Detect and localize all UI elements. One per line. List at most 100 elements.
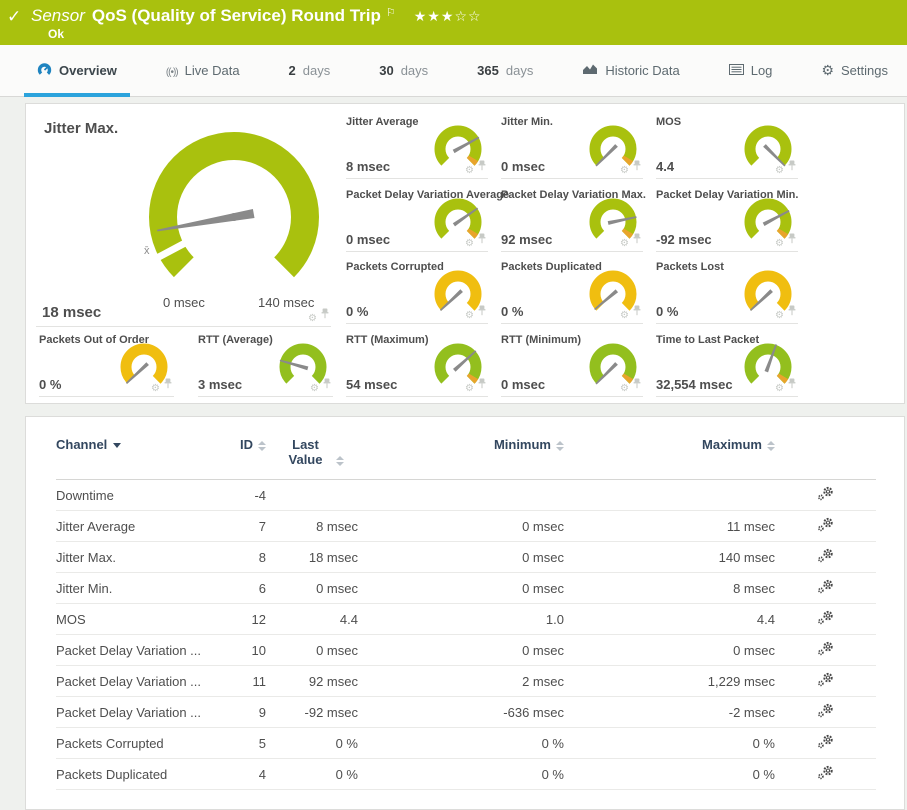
cell-settings (775, 573, 876, 604)
channel-settings-icon[interactable] (817, 675, 835, 690)
cell-minimum: 2 msec (358, 666, 564, 697)
cell-id: 5 (221, 728, 266, 759)
tab-label: days (303, 63, 330, 78)
cell-last-value: 4.4 (266, 604, 358, 635)
sort-icon (556, 441, 564, 451)
pin-icon[interactable] (788, 158, 796, 176)
table-row-jitter-min-6: Jitter Min.60 msec0 msec8 msec (56, 573, 876, 604)
gear-icon[interactable]: ⚙ (465, 166, 474, 176)
gear-icon[interactable]: ⚙ (620, 384, 629, 394)
gear-icon[interactable]: ⚙ (465, 311, 474, 321)
gauge-icon (37, 62, 52, 80)
gauge-value: 0 % (39, 377, 61, 392)
gear-icon[interactable]: ⚙ (308, 314, 317, 324)
gauge-value: 0 msec (346, 232, 390, 247)
pin-icon[interactable] (633, 376, 641, 394)
cell-minimum: 0 msec (358, 635, 564, 666)
gauge-tile-jitter-average: Jitter Average8 msec⚙ (346, 116, 488, 179)
cell-minimum: -636 msec (358, 697, 564, 728)
sensor-title-line: SensorQoS (Quality of Service) Round Tri… (31, 6, 482, 26)
tab-settings[interactable]: ⚙Settings (814, 45, 895, 97)
pin-icon[interactable] (788, 303, 796, 321)
tab-365-days[interactable]: 365days (470, 45, 540, 97)
pin-icon[interactable] (323, 376, 331, 394)
channel-settings-icon[interactable] (817, 644, 835, 659)
flag-icon[interactable]: ⚐ (386, 7, 396, 19)
channel-settings-icon[interactable] (817, 551, 835, 566)
tab-day-count: 365 (477, 63, 499, 78)
gauge-tile-packets-corrupted: Packets Corrupted0 %⚙ (346, 261, 488, 324)
gear-icon[interactable]: ⚙ (310, 384, 319, 394)
column-header-minimum[interactable]: Minimum (358, 431, 564, 480)
cell-minimum: 1.0 (358, 604, 564, 635)
channel-settings-icon[interactable] (817, 768, 835, 783)
channel-settings-icon[interactable] (817, 582, 835, 597)
column-header-id[interactable]: ID (221, 431, 266, 480)
tab-30-days[interactable]: 30days (372, 45, 435, 97)
pin-icon[interactable] (321, 306, 329, 324)
tab-log[interactable]: Log (722, 45, 780, 97)
pin-icon[interactable] (478, 303, 486, 321)
pin-icon[interactable] (633, 158, 641, 176)
pin-icon[interactable] (478, 376, 486, 394)
gear-icon[interactable]: ⚙ (620, 311, 629, 321)
pin-icon[interactable] (164, 376, 172, 394)
cell-minimum: 0 % (358, 728, 564, 759)
channel-settings-icon[interactable] (817, 613, 835, 628)
gear-icon[interactable]: ⚙ (465, 384, 474, 394)
pin-icon[interactable] (633, 231, 641, 249)
cell-channel[interactable]: Packets Duplicated (56, 759, 221, 790)
table-row-mos-12: MOS124.41.04.4 (56, 604, 876, 635)
cell-channel[interactable]: Jitter Max. (56, 542, 221, 573)
cell-settings (775, 542, 876, 573)
gauge-value: 54 msec (346, 377, 397, 392)
priority-stars[interactable]: ★★★☆☆ (414, 8, 482, 24)
cell-channel[interactable]: Packet Delay Variation ... (56, 635, 221, 666)
gear-icon[interactable]: ⚙ (775, 166, 784, 176)
pin-icon[interactable] (478, 231, 486, 249)
tab-overview[interactable]: Overview (30, 45, 124, 97)
table-row-packet-delay-variation-10: Packet Delay Variation ...100 msec0 msec… (56, 635, 876, 666)
tab-historic-data[interactable]: Historic Data (575, 45, 686, 97)
cell-settings (775, 697, 876, 728)
gear-icon[interactable]: ⚙ (151, 384, 160, 394)
gauge-scale-min: 0 msec (163, 295, 205, 310)
cell-channel[interactable]: MOS (56, 604, 221, 635)
channel-settings-icon[interactable] (817, 737, 835, 752)
column-header-maximum[interactable]: Maximum (564, 431, 775, 480)
gear-icon[interactable]: ⚙ (775, 384, 784, 394)
gauge-value: 92 msec (501, 232, 552, 247)
gear-icon[interactable]: ⚙ (620, 239, 629, 249)
pin-icon[interactable] (633, 303, 641, 321)
column-header-last-value[interactable]: Last Value (266, 431, 358, 480)
column-header-channel[interactable]: Channel (56, 431, 221, 480)
gauges-panel: Jitter Max. x̄ 0 msec 140 msec 18 msec ⚙… (25, 103, 905, 404)
gauge-value: 0 % (656, 304, 678, 319)
tab-live-data[interactable]: ((•))Live Data (159, 45, 247, 97)
gear-icon[interactable]: ⚙ (775, 239, 784, 249)
channel-table-card: Channel ID Last Value Minimum Maximum (25, 416, 905, 810)
pin-icon[interactable] (788, 376, 796, 394)
pin-icon[interactable] (478, 158, 486, 176)
tab-2-days[interactable]: 2days (282, 45, 338, 97)
cell-maximum: 8 msec (564, 573, 775, 604)
channel-settings-icon[interactable] (817, 489, 835, 504)
pin-icon[interactable] (788, 231, 796, 249)
gauge-value: 0 msec (501, 159, 545, 174)
channel-settings-icon[interactable] (817, 706, 835, 721)
gear-icon[interactable]: ⚙ (775, 311, 784, 321)
gauge-tile-time-to-last-packet: Time to Last Packet32,554 msec⚙ (656, 334, 798, 397)
cell-channel[interactable]: Downtime (56, 480, 221, 511)
channel-settings-icon[interactable] (817, 520, 835, 535)
cell-channel[interactable]: Packets Corrupted (56, 728, 221, 759)
gauge-value: 3 msec (198, 377, 242, 392)
gauge-title: RTT (Average) (198, 334, 273, 346)
cell-channel[interactable]: Jitter Average (56, 511, 221, 542)
tab-label: Historic Data (605, 63, 679, 78)
cell-channel[interactable]: Packet Delay Variation ... (56, 697, 221, 728)
cell-channel[interactable]: Jitter Min. (56, 573, 221, 604)
gear-icon[interactable]: ⚙ (620, 166, 629, 176)
gauge-title: Packets Lost (656, 261, 724, 273)
gear-icon[interactable]: ⚙ (465, 239, 474, 249)
cell-channel[interactable]: Packet Delay Variation ... (56, 666, 221, 697)
